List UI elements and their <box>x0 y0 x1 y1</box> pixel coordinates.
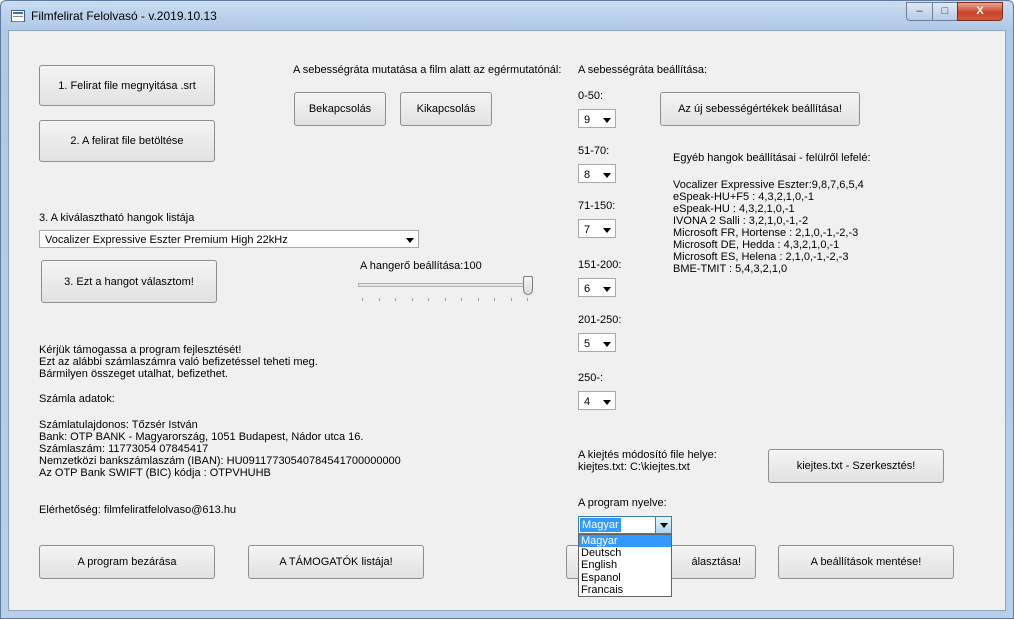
language-option[interactable]: Deutsch <box>579 547 671 559</box>
speed-range-label: 151-200: <box>578 259 622 271</box>
chevron-down-icon <box>603 342 611 347</box>
speed-off-button[interactable]: Kikapcsolás <box>400 92 492 126</box>
maximize-icon: □ <box>941 5 949 17</box>
slider-tick <box>510 298 512 301</box>
other-voice-line: eSpeak-HU+F5 : 4,3,2,1,0,-1 <box>673 191 814 203</box>
other-voices-title: Egyéb hangok beállításai - felülről lefe… <box>673 152 871 164</box>
volume-label: A hangerő beállítása:100 <box>360 260 482 272</box>
supporters-button[interactable]: A TÁMOGATÓK listája! <box>248 545 424 579</box>
maximize-button[interactable]: □ <box>932 2 958 21</box>
slider-tick <box>461 298 462 301</box>
minimize-icon: – <box>916 5 923 17</box>
speed-range-label: 71-150: <box>578 200 616 212</box>
chevron-down-icon <box>603 228 611 233</box>
other-voices-list: Vocalizer Expressive Eszter:9,8,7,6,5,4 e… <box>673 179 864 275</box>
chevron-down-icon <box>603 118 611 123</box>
other-voice-line: IVONA 2 Salli : 3,2,1,0,-1,-2 <box>673 215 809 227</box>
volume-slider-thumb[interactable] <box>523 276 533 295</box>
speed-settings-label: A sebességráta beállítása: <box>578 64 708 76</box>
save-settings-button[interactable]: A beállítások mentése! <box>778 545 954 579</box>
voice-select-value: Vocalizer Expressive Eszter Premium High… <box>45 234 288 246</box>
speed-select-value: 5 <box>584 338 591 350</box>
minimize-button[interactable]: – <box>906 2 933 21</box>
open-subtitle-button[interactable]: 1. Felirat file megnyitása .srt <box>39 65 215 106</box>
apply-speeds-button[interactable]: Az új sebességértékek beállítása! <box>660 92 860 126</box>
other-voice-line: Microsoft ES, Helena : 2,1,0,-1,-2,-3 <box>673 251 849 263</box>
chevron-down-icon <box>603 287 611 292</box>
speed-select-value: 9 <box>584 114 591 126</box>
other-voice-line: BME-TMIT : 5,4,3,2,1,0 <box>673 263 788 275</box>
edit-pronunciation-button[interactable]: kiejtes.txt - Szerkesztés! <box>768 449 944 483</box>
account-line: Az OTP Bank SWIFT (BIC) kódja : OTPVHUHB <box>39 467 271 479</box>
close-program-button[interactable]: A program bezárása <box>39 545 215 579</box>
speed-select-value: 8 <box>584 169 591 181</box>
slider-tick <box>428 298 429 301</box>
language-dropdown-list: Magyar Deutsch English Espanol Francais <box>578 534 672 597</box>
account-line: Bank: OTP BANK - Magyarország, 1051 Buda… <box>39 431 364 443</box>
voice-list-label: 3. A kiválasztható hangok listája <box>39 212 195 224</box>
support-line: Ezt az alábbi számlaszámra való befizeté… <box>39 356 318 368</box>
chevron-down-icon <box>603 400 611 405</box>
load-subtitle-button[interactable]: 2. A felirat file betöltése <box>39 120 215 162</box>
speed-range-label: 250-: <box>578 372 604 384</box>
slider-tick <box>494 298 495 301</box>
slider-tick <box>527 298 528 301</box>
speed-select-value: 6 <box>584 283 591 295</box>
speed-range-label: 0-50: <box>578 90 604 102</box>
account-title: Számla adatok: <box>39 393 115 405</box>
close-icon: X <box>976 5 984 17</box>
chevron-down-icon[interactable] <box>655 517 671 533</box>
slider-tick <box>378 298 380 301</box>
speed-select[interactable]: 8 <box>578 164 616 183</box>
language-label: A program nyelve: <box>578 497 667 509</box>
speed-select[interactable]: 6 <box>578 278 616 297</box>
speed-select[interactable]: 5 <box>578 333 616 352</box>
speed-select-value: 7 <box>584 224 591 236</box>
slider-tick <box>444 298 446 301</box>
contact-label: Elérhetőség: filmfeliratfelolvaso@613.hu <box>39 504 237 516</box>
close-window-button[interactable]: X <box>957 2 1003 21</box>
account-line: Számlatulajdonos: Tőzsér István <box>39 419 198 431</box>
slider-tick <box>411 298 413 301</box>
chevron-down-icon <box>603 173 611 178</box>
language-option[interactable]: Espanol <box>579 572 671 584</box>
slider-tick <box>477 298 479 301</box>
choose-voice-button[interactable]: 3. Ezt a hangot választom! <box>41 260 217 303</box>
title-bar[interactable]: Filmfelirat Felolvasó - v.2019.10.13 – □… <box>1 1 1013 31</box>
support-line: Bármilyen összeget utalhat, befizethet. <box>39 368 228 380</box>
speed-on-button[interactable]: Bekapcsolás <box>294 92 386 126</box>
language-option[interactable]: English <box>579 559 671 571</box>
speed-select[interactable]: 4 <box>578 391 616 410</box>
pronunciation-path: kiejtes.txt: C:\kiejtes.txt <box>578 461 690 473</box>
slider-tick <box>362 298 363 301</box>
language-select-value: Magyar <box>580 518 621 532</box>
other-voice-line: Microsoft DE, Hedda : 4,3,2,1,0,-1 <box>673 239 840 251</box>
chevron-down-icon <box>406 238 414 243</box>
account-line: Nemzetközi bankszámlaszám (IBAN): HU0911… <box>39 455 401 467</box>
account-line: Számlaszám: 11773054 07845417 <box>39 443 209 455</box>
other-voice-line: Microsoft FR, Hortense : 2,1,0,-1,-2,-3 <box>673 227 859 239</box>
voice-select[interactable]: Vocalizer Expressive Eszter Premium High… <box>39 230 419 248</box>
speed-select-value: 4 <box>584 396 591 408</box>
account-details: Számlatulajdonos: Tőzsér István Bank: OT… <box>39 419 401 479</box>
speed-range-label: 51-70: <box>578 145 610 157</box>
other-voice-line: Vocalizer Expressive Eszter:9,8,7,6,5,4 <box>673 179 864 191</box>
speed-select[interactable]: 9 <box>578 109 616 128</box>
slider-tick <box>395 298 396 301</box>
speed-range-label: 201-250: <box>578 314 622 326</box>
app-icon <box>11 10 25 22</box>
language-select[interactable]: Magyar <box>578 516 672 534</box>
support-text: Kérjük támogassa a program fejlesztését!… <box>39 344 318 380</box>
speed-display-label: A sebességráta mutatása a film alatt az … <box>293 64 562 76</box>
language-option[interactable]: Magyar <box>579 535 671 548</box>
speed-select[interactable]: 7 <box>578 219 616 238</box>
other-voice-line: eSpeak-HU : 4,3,2,1,0,-1 <box>673 203 795 215</box>
language-option[interactable]: Francais <box>579 584 671 596</box>
volume-slider-track[interactable] <box>358 283 530 287</box>
window-title: Filmfelirat Felolvasó - v.2019.10.13 <box>31 9 217 23</box>
support-line: Kérjük támogassa a program fejlesztését! <box>39 344 242 356</box>
